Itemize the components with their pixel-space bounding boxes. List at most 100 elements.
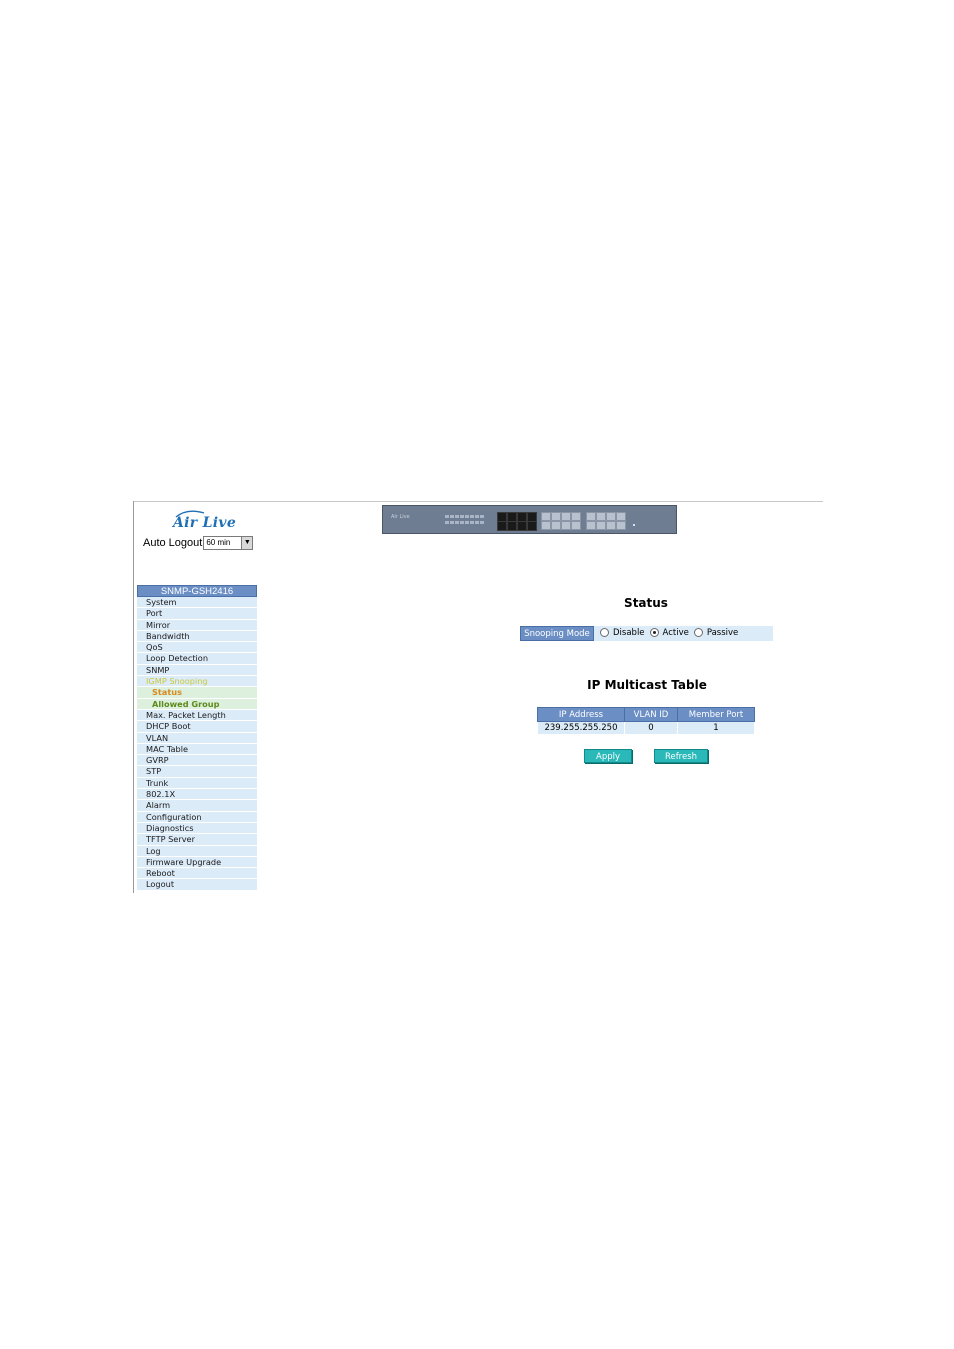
sidebar-item-logout[interactable]: Logout xyxy=(137,879,257,891)
switch-led xyxy=(460,521,464,524)
switch-led xyxy=(455,515,459,518)
auto-logout-label: Auto Logout xyxy=(143,537,203,549)
switch-led xyxy=(470,515,474,518)
sidebar-item-loop-detection[interactable]: Loop Detection xyxy=(137,653,257,665)
switch-rj45-port xyxy=(517,521,527,531)
switch-sfp-port xyxy=(586,512,596,521)
switch-sfp-ports-2 xyxy=(586,512,628,530)
switch-rj45-port xyxy=(527,521,537,531)
radio-disable[interactable] xyxy=(600,628,609,637)
sidebar-item-configuration[interactable]: Configuration xyxy=(137,811,257,823)
sidebar-item-alarm[interactable]: Alarm xyxy=(137,800,257,812)
ip-multicast-table: IP Address VLAN ID Member Port 239.255.2… xyxy=(537,707,755,735)
switch-led xyxy=(465,521,469,524)
switch-rj45-port xyxy=(497,521,507,531)
switch-led xyxy=(445,515,449,518)
sidebar-item-diagnostics[interactable]: Diagnostics xyxy=(137,822,257,835)
switch-sfp-port xyxy=(541,521,551,530)
sidebar-item-mac-table[interactable]: MAC Table xyxy=(137,743,257,756)
snooping-mode-label: Snooping Mode xyxy=(520,626,594,641)
switch-sfp-port xyxy=(551,512,561,521)
table-row: 239.255.255.250 0 1 xyxy=(537,721,755,735)
switch-sfp-port xyxy=(571,521,581,530)
sidebar-item-allowed-group[interactable]: Allowed Group xyxy=(137,698,257,710)
sidebar-menu: SNMP-GSH2416 System Port Mirror Bandwidth Qo… xyxy=(137,585,257,891)
sidebar-item-qos[interactable]: QoS xyxy=(137,642,257,654)
sidebar-item-reboot[interactable]: Reboot xyxy=(137,868,257,880)
switch-led xyxy=(450,521,454,524)
sidebar-item-802-1x[interactable]: 802.1X xyxy=(137,789,257,801)
sidebar-item-log[interactable]: Log xyxy=(137,845,257,857)
switch-led xyxy=(475,521,479,524)
sidebar-items: System Port Mirror Bandwidth QoS Loop Detecti… xyxy=(137,597,257,891)
switch-brand: Air Live xyxy=(391,514,410,520)
switch-led xyxy=(470,521,474,524)
switch-led xyxy=(475,515,479,518)
sidebar-item-bandwidth[interactable]: Bandwidth xyxy=(137,630,257,643)
switch-sfp-ports-1 xyxy=(541,512,583,530)
switch-led xyxy=(445,521,449,524)
sidebar-item-dhcp-boot[interactable]: DHCP Boot xyxy=(137,721,257,733)
switch-led xyxy=(455,521,459,524)
page-title: Status xyxy=(624,596,668,610)
airlive-logo: Air Live xyxy=(173,510,243,534)
switch-led xyxy=(460,515,464,518)
sidebar-item-trunk[interactable]: Trunk xyxy=(137,777,257,790)
col-member-port: Member Port xyxy=(677,707,755,722)
sidebar-item-stp[interactable]: STP xyxy=(137,766,257,778)
switch-rj45-ports xyxy=(497,512,539,531)
sidebar-title: SNMP-GSH2416 xyxy=(137,585,257,597)
sidebar-item-gvrp[interactable]: GVRP xyxy=(137,755,257,767)
switch-sfp-port xyxy=(596,512,606,521)
table-cell: 1 xyxy=(677,721,755,735)
auto-logout-value: 60 min xyxy=(206,538,231,547)
sidebar-item-max-packet-length[interactable]: Max. Packet Length xyxy=(137,709,257,722)
switch-sfp-port xyxy=(606,512,616,521)
sidebar-item-vlan[interactable]: VLAN xyxy=(137,732,257,744)
switch-sfp-port xyxy=(586,521,596,530)
switch-sfp-port xyxy=(561,521,571,530)
switch-front-panel-image: Air Live xyxy=(382,505,677,534)
radio-label-disable: Disable xyxy=(613,628,645,638)
switch-sfp-port xyxy=(561,512,571,521)
sidebar-item-snmp[interactable]: SNMP xyxy=(137,664,257,677)
col-vlan-id: VLAN ID xyxy=(624,707,678,722)
switch-sfp-port xyxy=(606,521,616,530)
switch-sfp-port xyxy=(551,521,561,530)
switch-led xyxy=(450,515,454,518)
sidebar-item-tftp-server[interactable]: TFTP Server xyxy=(137,834,257,846)
switch-led xyxy=(480,521,484,524)
switch-indicator xyxy=(633,524,635,526)
chevron-down-icon[interactable]: ▼ xyxy=(241,537,253,549)
sidebar-item-igmp-snooping[interactable]: IGMP Snooping xyxy=(137,676,257,688)
switch-sfp-port xyxy=(616,521,626,530)
table-cell: 0 xyxy=(624,721,678,735)
frame-top-border xyxy=(133,501,823,502)
auto-logout-select[interactable]: 60 min ▼ xyxy=(203,536,254,550)
auto-logout: Auto Logout 60 min ▼ xyxy=(143,536,254,550)
table-cell: 239.255.255.250 xyxy=(537,721,625,735)
sidebar-item-mirror[interactable]: Mirror xyxy=(137,619,257,631)
sidebar-item-port[interactable]: Port xyxy=(137,608,257,620)
snooping-mode-radio-group: Disable Active Passive xyxy=(600,626,743,641)
switch-led xyxy=(480,515,484,518)
sidebar-item-firmware-upgrade[interactable]: Firmware Upgrade xyxy=(137,856,257,869)
refresh-button[interactable]: Refresh xyxy=(654,749,708,763)
apply-button[interactable]: Apply xyxy=(584,749,632,763)
frame-left-border xyxy=(133,501,134,893)
sidebar-item-status[interactable]: Status xyxy=(137,687,257,699)
switch-sfp-port xyxy=(596,521,606,530)
switch-leds xyxy=(445,515,489,527)
sidebar-item-system[interactable]: System xyxy=(137,597,257,609)
radio-active[interactable] xyxy=(649,628,659,637)
switch-led xyxy=(465,515,469,518)
logo-swoosh-icon xyxy=(175,510,205,518)
table-title: IP Multicast Table xyxy=(587,678,707,692)
table-header-row: IP Address VLAN ID Member Port xyxy=(537,707,755,722)
snooping-mode-row: Snooping Mode Disable Active Passive xyxy=(520,626,773,641)
radio-label-passive: Passive xyxy=(706,628,739,638)
switch-rj45-port xyxy=(507,521,517,531)
col-ip-address: IP Address xyxy=(537,707,625,722)
radio-passive[interactable] xyxy=(693,628,703,637)
radio-label-active: Active xyxy=(662,628,689,638)
